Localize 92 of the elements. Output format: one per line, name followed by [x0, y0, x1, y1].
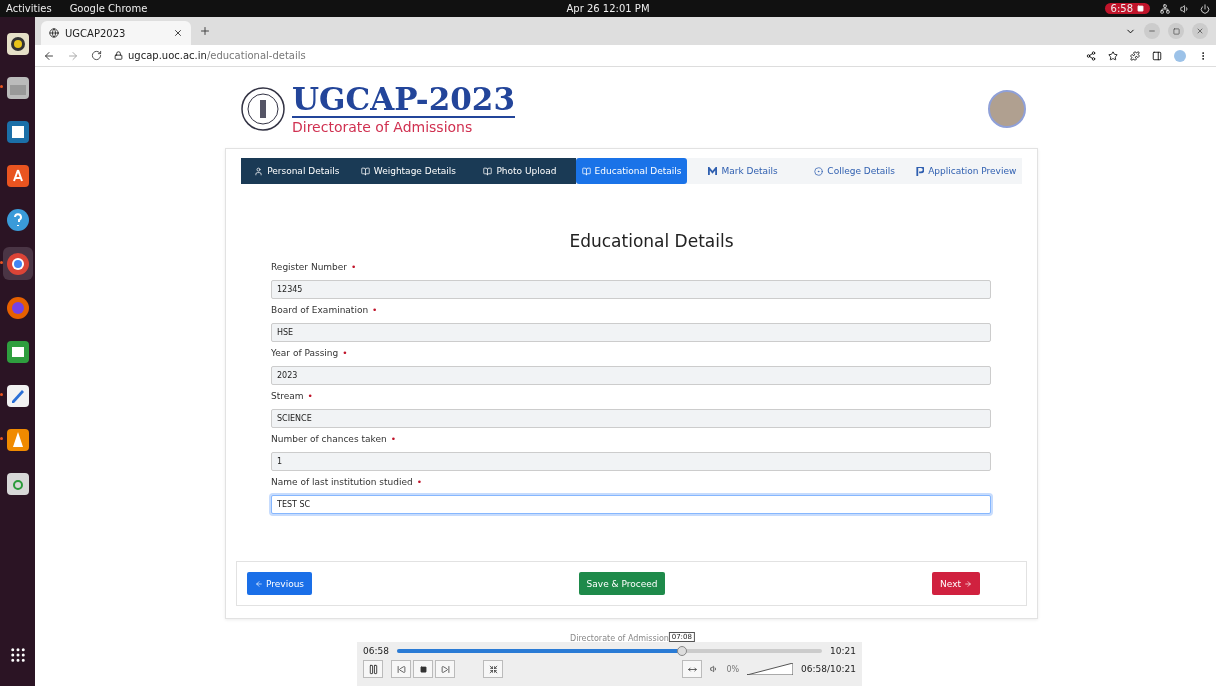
site-subtitle: Directorate of Admissions: [292, 118, 474, 136]
user-icon: [254, 166, 264, 176]
step-tab[interactable]: Educational Details: [575, 158, 688, 184]
pause-button[interactable]: [363, 660, 383, 678]
field-label: Stream •: [271, 391, 314, 403]
browser-icon[interactable]: [5, 251, 30, 276]
required-mark: •: [307, 391, 313, 403]
elapsed-time: 06:58: [363, 646, 389, 656]
close-button[interactable]: [1192, 23, 1208, 39]
save-button[interactable]: Save & Proceed: [578, 572, 666, 595]
arrow-right-icon: [964, 579, 972, 588]
required-mark: •: [390, 434, 396, 446]
input-field[interactable]: 2023: [271, 366, 991, 385]
step-tab[interactable]: Mark Details: [687, 158, 799, 184]
recording-indicator[interactable]: 6:58: [1104, 3, 1150, 14]
step-tab[interactable]: College Details: [798, 158, 911, 184]
volume-slider[interactable]: [747, 663, 794, 675]
footer-text: Directorate of Admission: [570, 634, 669, 643]
loop-button[interactable]: [682, 660, 703, 678]
skip-back-icon: [396, 664, 406, 674]
form-title: Educational Details: [569, 231, 734, 251]
network-icon[interactable]: [1160, 3, 1170, 14]
speaker-icon[interactable]: [5, 31, 30, 56]
address-bar[interactable]: ugcap.uoc.ac.in/educational-details: [114, 50, 1074, 61]
required-mark: •: [351, 262, 357, 274]
arrow-left-icon: [255, 579, 263, 588]
field-label: Name of last institution studied •: [271, 477, 423, 489]
previous-button[interactable]: Previous: [247, 572, 313, 595]
globe-icon: [49, 28, 59, 38]
shopping-bag-icon[interactable]: [5, 163, 30, 188]
book-icon: [360, 166, 370, 176]
star-icon[interactable]: [1108, 50, 1118, 61]
avatar[interactable]: [988, 90, 1026, 128]
input-field[interactable]: 1: [271, 452, 991, 471]
spreadsheet-icon[interactable]: [5, 339, 30, 364]
book-icon: [483, 166, 493, 176]
share-icon[interactable]: [1086, 50, 1096, 61]
browser-icon[interactable]: [5, 295, 30, 320]
field-label: Register Number •: [271, 262, 358, 274]
next-button[interactable]: Next: [932, 572, 980, 595]
app-grid-icon[interactable]: [8, 646, 27, 664]
time-display: 06:58/10:21: [801, 664, 856, 674]
volume-label: 0%: [726, 664, 740, 674]
traffic-cone-icon[interactable]: [5, 427, 30, 452]
reload-icon[interactable]: [91, 50, 102, 61]
input-field[interactable]: TEST SC: [271, 495, 991, 514]
emblem-logo: [240, 86, 286, 132]
seek-thumb[interactable]: [676, 646, 687, 656]
shrink-icon: [488, 664, 498, 674]
close-icon[interactable]: [173, 28, 183, 38]
input-field[interactable]: HSE: [271, 323, 991, 342]
back-icon[interactable]: [43, 49, 55, 62]
minimize-icon: [1148, 27, 1156, 35]
fullscreen-button[interactable]: [483, 660, 503, 678]
step-tab[interactable]: Weightage Details: [352, 158, 465, 184]
clock[interactable]: Apr 26 12:01 PM: [566, 3, 650, 14]
required-mark: •: [372, 305, 378, 317]
pause-icon: [367, 663, 379, 675]
input-field[interactable]: SCIENCE: [271, 409, 991, 428]
browser-tab[interactable]: UGCAP2023: [41, 21, 191, 45]
m-logo-icon: [708, 166, 718, 176]
circle-icon: [814, 166, 824, 176]
lock-icon: [114, 51, 123, 60]
power-icon[interactable]: [1200, 3, 1210, 14]
stop-button[interactable]: [413, 660, 433, 678]
field-label: Number of chances taken •: [271, 434, 397, 446]
puzzle-icon[interactable]: [1130, 50, 1140, 61]
step-tab[interactable]: Personal Details: [241, 158, 353, 184]
new-tab-icon[interactable]: [199, 25, 211, 37]
field-label: Year of Passing •: [271, 348, 349, 360]
total-time: 10:21: [830, 646, 856, 656]
volume-icon[interactable]: [1180, 3, 1190, 14]
side-panel-icon[interactable]: [1152, 50, 1162, 61]
site-title: UGCAP-2023: [292, 82, 515, 118]
required-mark: •: [342, 348, 348, 360]
p-logo-icon: [916, 166, 925, 176]
text-editor-icon[interactable]: [5, 383, 30, 408]
restore-icon: [1172, 27, 1180, 35]
required-mark: •: [416, 477, 422, 489]
app-menu[interactable]: Google Chrome: [69, 3, 148, 14]
activities-button[interactable]: Activities: [6, 3, 52, 14]
stop-icon: [419, 665, 427, 673]
book-icon: [581, 166, 591, 176]
skip-forward-icon: [440, 664, 450, 674]
document-icon[interactable]: [5, 119, 30, 144]
horizontal-arrows-icon: [687, 664, 697, 674]
step-tab[interactable]: Application Preview: [910, 158, 1023, 184]
step-tab[interactable]: Photo Upload: [464, 158, 576, 184]
input-field[interactable]: 12345: [271, 280, 991, 299]
close-icon: [1196, 27, 1204, 35]
help-icon[interactable]: [5, 207, 30, 232]
field-label: Board of Examination •: [271, 305, 379, 317]
